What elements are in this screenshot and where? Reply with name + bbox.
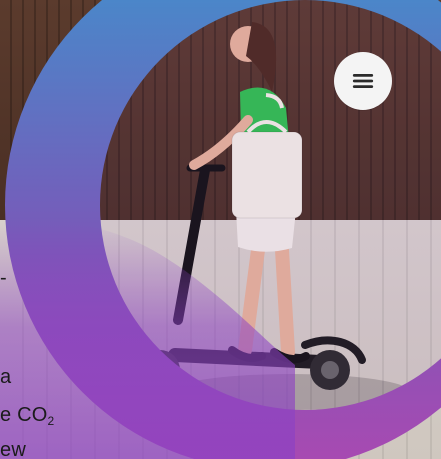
menu-button[interactable] [334,52,392,110]
screen: - a e CO2 ew [0,0,441,459]
menu-icon [352,74,374,88]
